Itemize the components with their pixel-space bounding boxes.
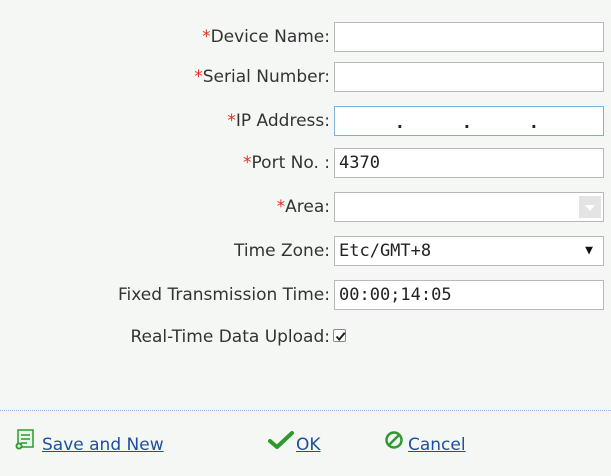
serial-number-row: *Serial Number:	[0, 60, 611, 94]
chevron-down-icon: ▼	[585, 243, 593, 258]
cancel-button[interactable]: Cancel	[384, 425, 466, 465]
real-time-upload-label: Real-Time Data Upload:	[130, 327, 330, 347]
required-mark: *	[276, 197, 286, 217]
time-zone-select[interactable]: Etc/GMT+8 ▼	[334, 236, 604, 266]
port-input[interactable]	[334, 148, 604, 178]
device-name-label: *Device Name:	[202, 27, 330, 47]
ok-label[interactable]: OK	[296, 425, 321, 465]
footer-actions: Save and New OK Cancel	[0, 425, 611, 465]
required-mark: *	[194, 67, 203, 87]
ip-octet-1[interactable]: .	[335, 107, 405, 135]
checkmark-icon	[335, 332, 346, 342]
ip-address-row: *IP Address: . . .	[0, 104, 611, 138]
area-row: *Area:	[0, 190, 611, 224]
ip-octet-4[interactable]	[536, 107, 603, 135]
serial-number-label: *Serial Number:	[194, 67, 330, 87]
port-row: *Port No. :	[0, 146, 611, 180]
device-name-input[interactable]	[334, 22, 604, 52]
port-label: *Port No. :	[243, 153, 330, 173]
cancel-label[interactable]: Cancel	[408, 425, 466, 465]
required-mark: *	[243, 153, 252, 173]
time-zone-label: Time Zone:	[233, 241, 330, 261]
device-name-row: *Device Name:	[0, 20, 611, 54]
area-label: *Area:	[276, 197, 330, 217]
save-and-new-button[interactable]: Save and New	[14, 425, 164, 465]
fixed-transmission-row: Fixed Transmission Time:	[0, 278, 611, 312]
ok-button[interactable]: OK	[268, 425, 321, 465]
required-mark: *	[202, 27, 211, 47]
real-time-upload-row: Real-Time Data Upload:	[0, 320, 611, 354]
save-and-new-label[interactable]: Save and New	[42, 425, 164, 465]
ip-octet-2[interactable]: .	[402, 107, 472, 135]
serial-number-input[interactable]	[334, 62, 604, 92]
footer-divider	[0, 410, 611, 411]
ip-address-label: *IP Address:	[227, 111, 330, 131]
check-icon	[268, 425, 294, 465]
fixed-transmission-label: Fixed Transmission Time:	[117, 285, 330, 305]
fixed-transmission-input[interactable]	[334, 280, 604, 310]
real-time-upload-checkbox[interactable]	[333, 329, 346, 342]
dropdown-arrow-icon[interactable]	[579, 196, 601, 218]
time-zone-value: Etc/GMT+8	[339, 241, 432, 261]
cancel-icon	[384, 425, 404, 465]
required-mark: *	[227, 111, 236, 131]
time-zone-row: Time Zone: Etc/GMT+8 ▼	[0, 234, 611, 268]
ip-address-field[interactable]: . . .	[334, 106, 604, 136]
ip-octet-3[interactable]: .	[469, 107, 539, 135]
area-select[interactable]	[334, 192, 604, 222]
save-new-icon	[14, 425, 36, 465]
